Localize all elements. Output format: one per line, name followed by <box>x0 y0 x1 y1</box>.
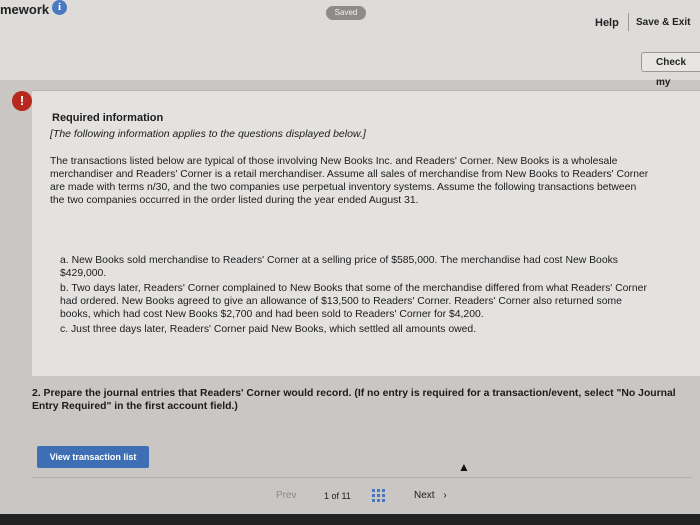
transactions-paragraph: The transactions listed below are typica… <box>50 156 649 206</box>
divider <box>32 477 692 478</box>
toolbar-divider <box>628 13 629 31</box>
prev-button[interactable]: Prev <box>276 490 297 501</box>
item-text: Just three days later, Readers' Corner p… <box>70 324 477 335</box>
item-letter: c. <box>60 324 69 335</box>
grid-icon[interactable] <box>372 489 386 503</box>
question-text: 2. Prepare the journal entries that Read… <box>32 388 676 412</box>
info-icon[interactable]: i <box>52 0 67 15</box>
item-letter: a. <box>60 255 69 266</box>
alert-icon: ! <box>12 91 32 111</box>
item-letter: b. <box>60 283 69 294</box>
app-title: mework <box>0 2 50 17</box>
page-indicator: 1 of 11 <box>324 491 351 501</box>
chevron-right-icon: › <box>443 490 447 501</box>
next-label: Next <box>414 490 435 501</box>
transactions-list: a. New Books sold merchandise to Readers… <box>60 254 650 338</box>
view-transaction-list-button[interactable]: View transaction list <box>37 446 149 468</box>
next-button[interactable]: Next › <box>414 490 447 501</box>
mouse-cursor-icon: ▲ <box>458 460 470 474</box>
help-button[interactable]: Help <box>595 17 619 29</box>
list-item: c. Just three days later, Readers' Corne… <box>60 323 650 336</box>
saved-status-badge: Saved <box>326 6 366 20</box>
list-item: b. Two days later, Readers' Corner compl… <box>60 282 650 321</box>
save-exit-button[interactable]: Save & Exit <box>636 17 690 28</box>
required-info-note: [The following information applies to th… <box>50 128 366 140</box>
required-info-title: Required information <box>52 112 164 124</box>
list-item: a. New Books sold merchandise to Readers… <box>60 254 650 280</box>
item-text: New Books sold merchandise to Readers' C… <box>60 255 618 279</box>
item-text: Two days later, Readers' Corner complain… <box>60 283 647 320</box>
footer-bar <box>0 514 700 525</box>
check-my-work-button[interactable]: Check my <box>641 52 700 88</box>
